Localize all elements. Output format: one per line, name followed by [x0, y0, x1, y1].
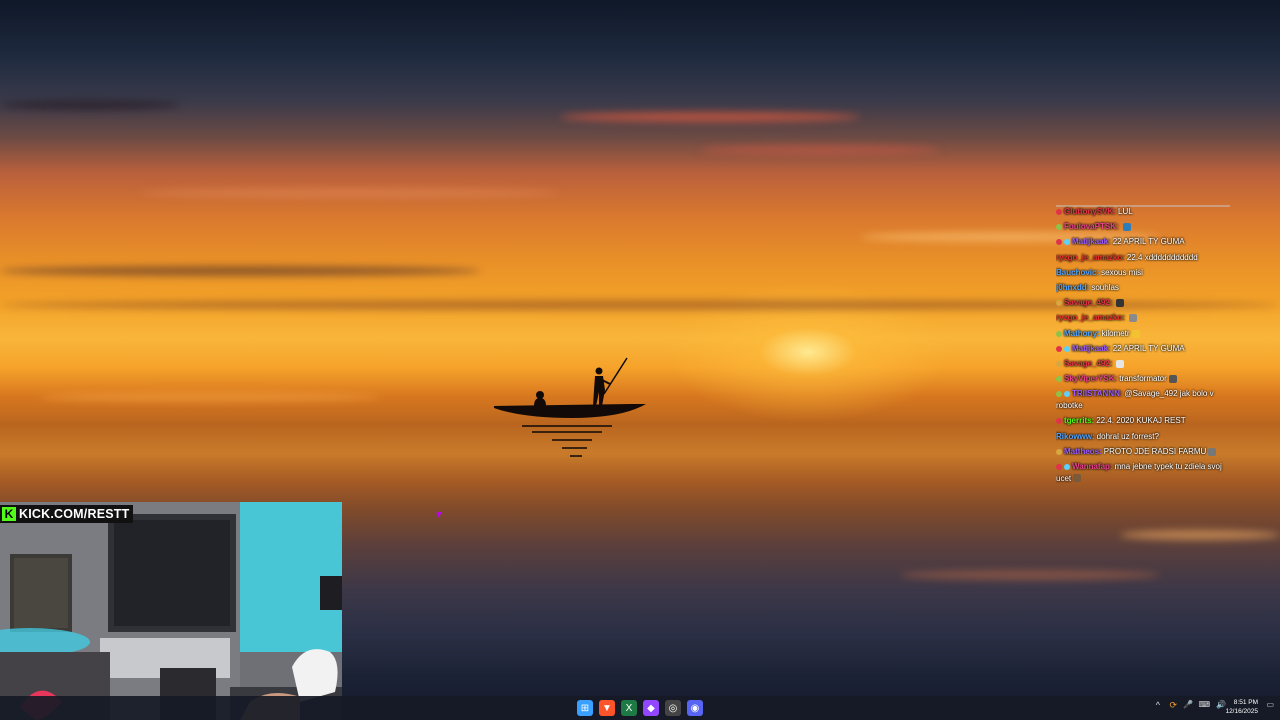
chat-username: j0hnxdd:	[1056, 283, 1090, 293]
chat-text: 22.4 xddddddddddd	[1126, 252, 1198, 262]
cloud-streak	[0, 266, 480, 276]
chat-message: GluttonySVK: LUL	[1056, 204, 1232, 219]
chat-username: Rikowww:	[1056, 431, 1095, 441]
user-badge-icon	[1056, 448, 1062, 455]
chat-message: Matijkaak: 22 APRIL TY GUMA	[1056, 341, 1232, 356]
cloud-streak	[0, 100, 180, 110]
sync-icon[interactable]: ⟳	[1169, 700, 1177, 711]
chat-username: Savage_492:	[1064, 359, 1113, 369]
cloud-streak	[560, 112, 860, 122]
mouse-cursor	[436, 511, 444, 519]
user-badge-icon	[1064, 391, 1070, 398]
chat-text: souhlas	[1091, 283, 1119, 293]
user-badge-icon	[1056, 376, 1062, 383]
notification-icon[interactable]: ▭	[1266, 700, 1274, 709]
chat-message: Wannafap: mna jebne typek tu zdiela svoj …	[1056, 459, 1232, 486]
user-badge-icon	[1056, 208, 1062, 215]
chat-emote-icon	[1073, 474, 1082, 483]
chat-text: 22.4. 2020 KUKAJ REST	[1096, 416, 1186, 426]
kick-channel-url: KICK.COM/RESTT	[19, 507, 130, 521]
boat-silhouette	[492, 356, 652, 476]
chat-text: dohral uz forrest?	[1096, 431, 1159, 441]
chat-text: PROTO JDE RADSI FARMU	[1103, 446, 1207, 456]
show-hidden-icons-button[interactable]: ^	[1156, 700, 1160, 710]
cloud-streak	[700, 145, 940, 155]
chat-username: ryzgo_je_amazko:	[1056, 313, 1125, 323]
cloud-streak	[140, 188, 560, 198]
chat-emote-icon	[1208, 447, 1217, 456]
chat-username: GluttonySVK:	[1064, 207, 1116, 216]
webcam-overlay	[0, 502, 342, 720]
chat-message: FoulovaPTSK:	[1056, 219, 1232, 234]
chat-message: ryzgo_je_amazko:	[1056, 310, 1232, 325]
user-badge-icon	[1056, 300, 1062, 307]
chat-username: ryzgo_je_amazko:	[1056, 252, 1125, 262]
chat-message: Mattheos: PROTO JDE RADSI FARMU	[1056, 444, 1232, 459]
kick-channel-label: K KICK.COM/RESTT	[0, 505, 134, 523]
clock-date: 12/16/2025	[1225, 707, 1258, 715]
chat-text: sexous misi	[1101, 267, 1143, 277]
chat-username: Bauchovic:	[1056, 267, 1100, 277]
chat-text: kilometr	[1101, 328, 1130, 338]
chat-username: FoulovaPTSK:	[1064, 222, 1119, 232]
chat-username: Mattheos:	[1064, 446, 1102, 456]
chat-overlay: GluttonySVK: LUL FoulovaPTSK: Matijkaak: 22 …	[1056, 204, 1232, 486]
microphone-icon[interactable]: 🎤	[1183, 700, 1193, 709]
cloud-streak	[900, 570, 1160, 580]
user-badge-icon	[1056, 463, 1062, 470]
chat-text: 22 APRIL TY GUMA	[1112, 237, 1185, 247]
chat-message: Bauchovic: sexous misi	[1056, 265, 1232, 280]
taskbar: ⊞ ▼ X ◆ ◎ ◉ ^ ⟳ 🎤 ⌨ 🔊 8:51 PM 12/16/2025 ▭	[0, 696, 1280, 720]
chat-text: transformator	[1119, 374, 1167, 384]
brave-browser-icon[interactable]: ▼	[599, 700, 615, 716]
chat-message: Matijkaak: 22 APRIL TY GUMA	[1056, 234, 1232, 249]
user-badge-icon	[1056, 345, 1062, 352]
user-badge-icon	[1056, 391, 1062, 398]
chat-message: j0hnxdd: souhlas	[1056, 280, 1232, 295]
clock-time: 8:51 PM	[1233, 699, 1258, 706]
discord-icon[interactable]: ◉	[687, 700, 703, 716]
chat-message: Mathony: kilometr	[1056, 326, 1232, 341]
cloud-streak	[1120, 530, 1280, 540]
chat-message: SkyViperYSK: transformator	[1056, 371, 1232, 386]
user-badge-icon	[1056, 330, 1062, 337]
obs-icon[interactable]: ◎	[665, 700, 681, 716]
chat-username: SkyViperYSK:	[1064, 374, 1118, 384]
cloud-streak	[40, 392, 380, 402]
user-badge-icon	[1064, 239, 1070, 246]
chat-message: ryzgo_je_amazko: 22.4 xddddddddddd	[1056, 250, 1232, 265]
network-icon[interactable]: ⌨	[1198, 700, 1210, 709]
user-badge-icon	[1056, 360, 1062, 367]
windows-start-icon[interactable]: ⊞	[577, 700, 593, 716]
chat-username: Mathony:	[1064, 328, 1100, 338]
user-badge-icon	[1064, 345, 1070, 352]
user-badge-icon	[1056, 418, 1062, 425]
chat-username: TRIISTANNN:	[1072, 389, 1123, 399]
chat-emote-icon	[1131, 329, 1140, 338]
chat-username: tgerrits:	[1064, 416, 1095, 426]
chat-message: tgerrits: 22.4. 2020 KUKAJ REST	[1056, 413, 1232, 428]
chat-emote-icon	[1122, 223, 1131, 232]
kick-logo-icon: K	[2, 507, 16, 521]
user-badge-icon	[1056, 224, 1062, 231]
chat-message: TRIISTANNN: @Savage_492 jak bolo v robotk…	[1056, 386, 1232, 413]
chat-username: Savage_492:	[1064, 298, 1113, 308]
chat-username: Matijkaak:	[1072, 237, 1111, 247]
chat-username: Matijkaak:	[1072, 343, 1111, 353]
chat-message: Savage_492:	[1056, 295, 1232, 310]
chat-message: Savage_492:	[1056, 356, 1232, 371]
taskbar-clock[interactable]: 8:51 PM 12/16/2025	[1225, 699, 1258, 716]
chat-emote-icon	[1116, 299, 1125, 308]
chat-emote-icon	[1128, 314, 1137, 323]
chat-emote-icon	[1168, 375, 1177, 384]
excel-icon[interactable]: X	[621, 700, 637, 716]
chat-message: Rikowww: dohral uz forrest?	[1056, 429, 1232, 444]
user-badge-icon	[1056, 239, 1062, 246]
chat-text: 22 APRIL TY GUMA	[1112, 343, 1185, 353]
chat-emote-icon	[1116, 359, 1125, 368]
user-badge-icon	[1064, 463, 1070, 470]
twitch-icon[interactable]: ◆	[643, 700, 659, 716]
chat-text: LUL	[1118, 207, 1133, 216]
chat-username: Wannafap:	[1072, 462, 1113, 472]
